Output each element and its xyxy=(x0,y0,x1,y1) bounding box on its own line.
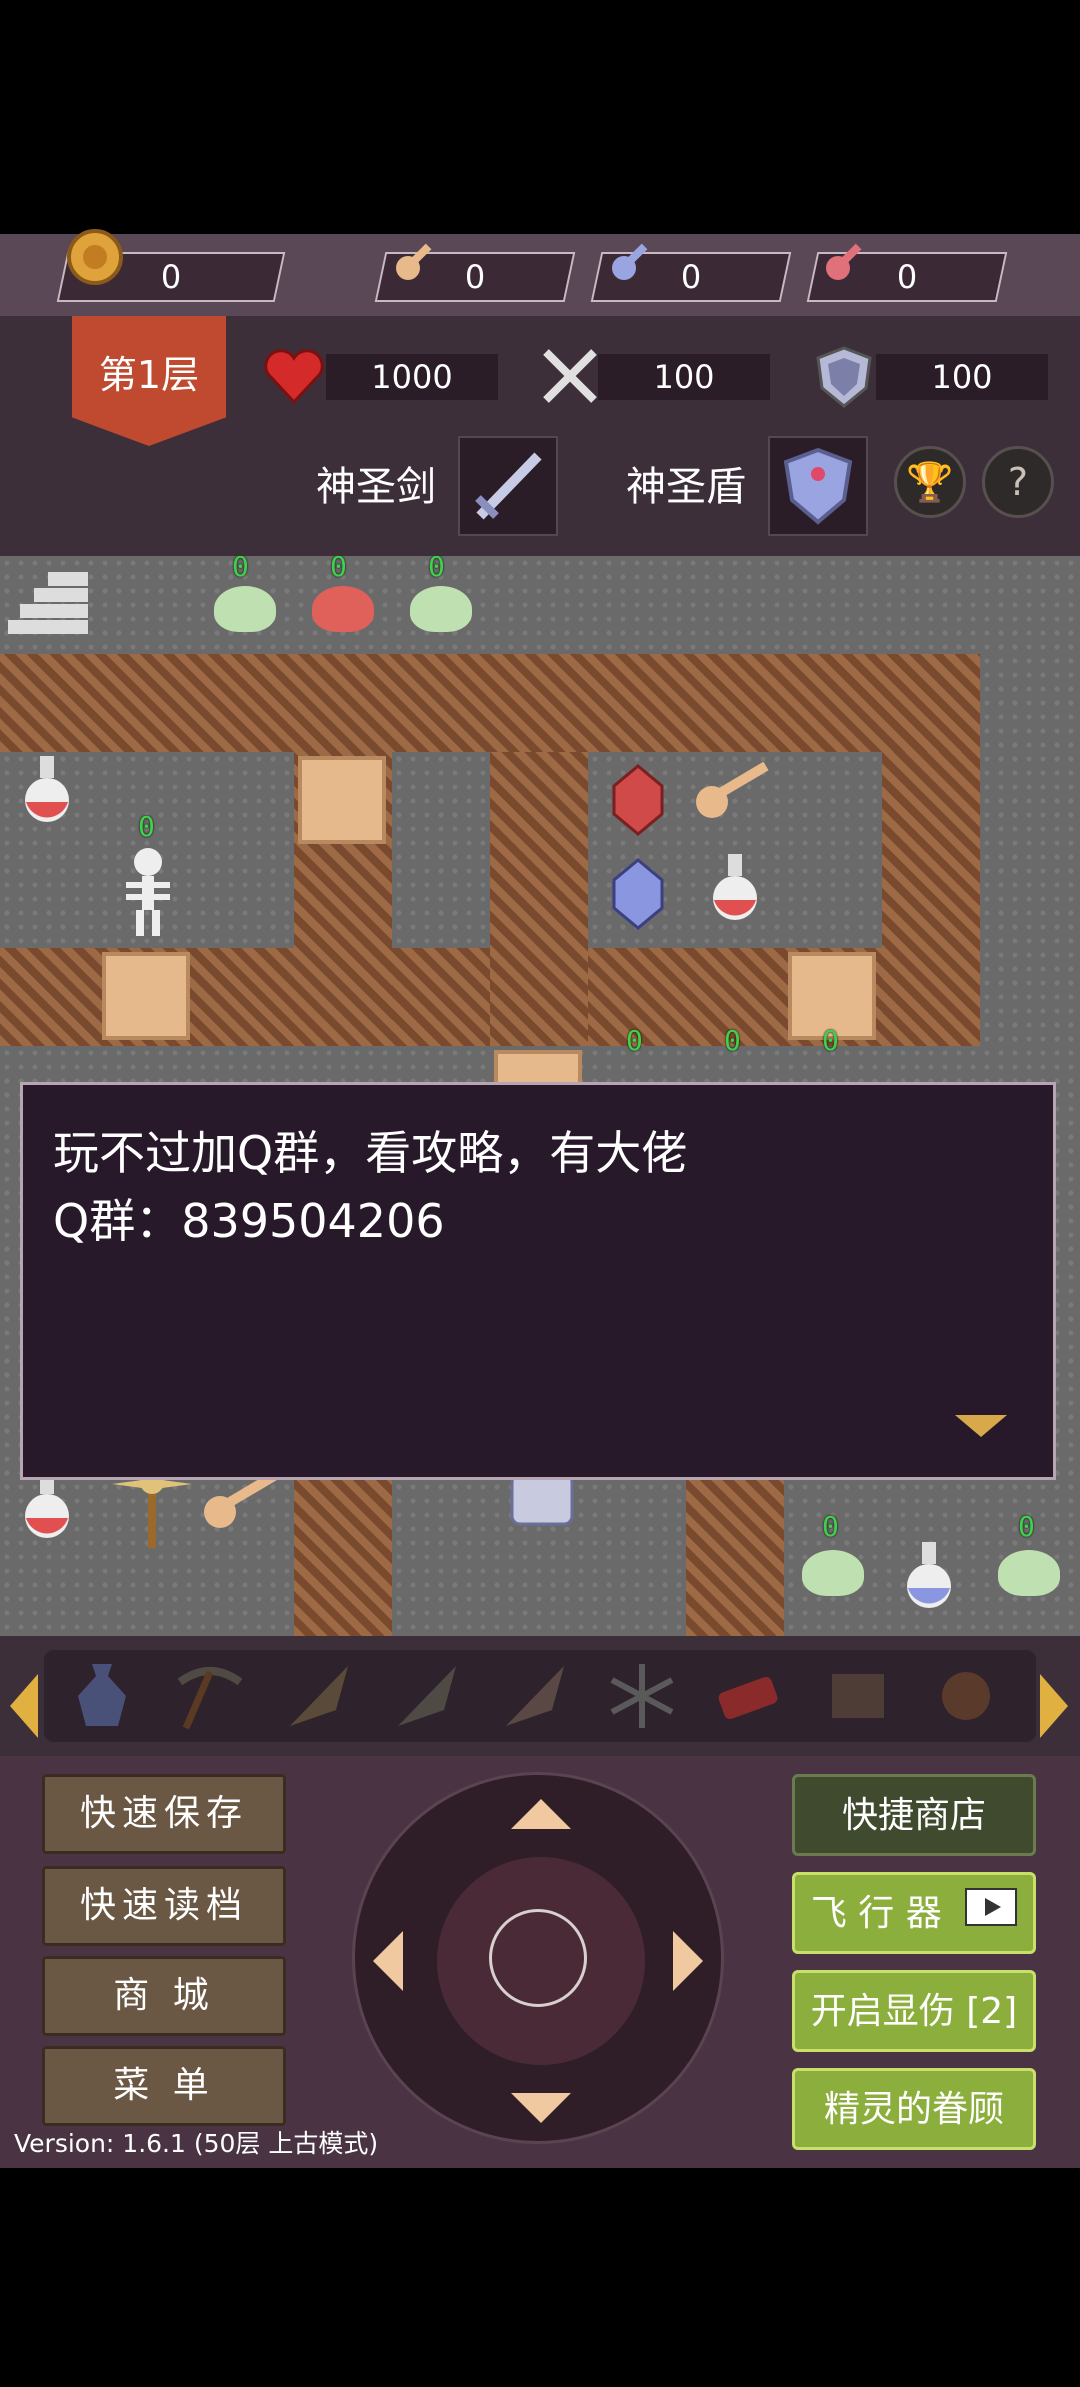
snowflake-icon[interactable] xyxy=(602,1660,682,1732)
hp-box: 1000 xyxy=(326,354,498,400)
monster-level: 0 xyxy=(724,1024,741,1057)
weapon-label: 神圣剑 xyxy=(316,464,436,510)
monster-level: 0 xyxy=(626,1024,643,1057)
green-slime[interactable] xyxy=(998,1550,1060,1596)
resource-bar: 0 0 0 0 xyxy=(0,229,1080,316)
red-gem-icon[interactable] xyxy=(612,764,664,840)
monster-level: 0 xyxy=(330,556,347,583)
crossed-swords-icon xyxy=(538,344,602,412)
dialog-line-2: Q群：839504206 xyxy=(53,1194,445,1248)
video-icon xyxy=(965,1876,1018,1954)
defense-box: 100 xyxy=(876,354,1048,400)
sword-icon xyxy=(460,438,556,538)
menu-button[interactable]: 菜 单 xyxy=(42,2046,286,2126)
dialog-line-1: 玩不过加Q群，看攻略，有大佬 xyxy=(53,1126,688,1180)
control-panel: 快速保存 快速读档 商 城 菜 单 快捷商店 飞 行 器 开启显伤 [2] 精灵… xyxy=(0,1756,1080,2168)
red-potion-icon[interactable] xyxy=(22,1472,72,1538)
shield-slot[interactable] xyxy=(768,436,868,536)
item-bar xyxy=(0,1636,1080,1756)
green-slime[interactable] xyxy=(802,1550,864,1596)
yellow-key-icon xyxy=(392,228,450,286)
monster-level: 0 xyxy=(822,1024,839,1057)
red-potion-icon[interactable] xyxy=(22,756,72,822)
up-feather-icon[interactable] xyxy=(494,1660,574,1732)
dpad-center[interactable] xyxy=(437,1857,645,2065)
right-arrow-icon[interactable] xyxy=(673,1931,703,1991)
flyer-label: 飞 行 器 xyxy=(810,1893,942,1934)
shield-label: 神圣盾 xyxy=(626,464,746,510)
scroll-icon[interactable] xyxy=(818,1660,898,1732)
yellow-door[interactable] xyxy=(298,756,386,844)
defense-value: 100 xyxy=(931,358,993,396)
help-button[interactable]: ? xyxy=(982,446,1054,518)
yellow-door[interactable] xyxy=(102,952,190,1040)
shield-icon xyxy=(814,344,874,414)
skeleton-monster[interactable] xyxy=(104,846,192,940)
trophy-icon: 🏆 xyxy=(906,460,954,504)
heart-icon xyxy=(262,346,326,410)
wall xyxy=(294,1474,392,1636)
quick-save-button[interactable]: 快速保存 xyxy=(42,1774,286,1854)
yellow-key-item[interactable] xyxy=(200,1471,280,1532)
holy-shield-icon xyxy=(770,438,866,538)
pickaxe-icon[interactable] xyxy=(170,1660,250,1732)
down-arrow-icon[interactable] xyxy=(511,2093,571,2123)
blue-potion-icon[interactable] xyxy=(904,1542,954,1608)
wall xyxy=(0,948,490,1046)
down-feather-icon[interactable] xyxy=(386,1660,466,1732)
version-text: Version: 1.6.1 (50层 上古模式) xyxy=(14,2129,379,2158)
blue-key-icon xyxy=(608,228,666,286)
wall xyxy=(882,752,980,1046)
coin-icon xyxy=(66,228,124,286)
blue-gem-icon[interactable] xyxy=(612,858,664,934)
red-potion-icon[interactable] xyxy=(710,854,760,920)
wall xyxy=(686,1474,784,1636)
left-arrow-icon[interactable] xyxy=(373,1931,403,1991)
feather-icon[interactable] xyxy=(278,1660,358,1732)
attack-box: 100 xyxy=(598,354,770,400)
attack-value: 100 xyxy=(653,358,715,396)
stairs-icon xyxy=(8,566,88,650)
cross-icon[interactable] xyxy=(926,1660,1006,1732)
item-scroll-left-icon[interactable] xyxy=(10,1674,38,1738)
dpad-ring xyxy=(489,1909,587,2007)
monster-level: 0 xyxy=(138,810,155,843)
floor-label: 第1层 xyxy=(98,353,200,397)
red-key-icon xyxy=(822,228,880,286)
up-arrow-icon[interactable] xyxy=(511,1799,571,1829)
hero-knight xyxy=(498,1472,586,1534)
weapon-slot[interactable] xyxy=(458,436,558,536)
item-strip xyxy=(44,1650,1036,1742)
shop-button[interactable]: 商 城 xyxy=(42,1956,286,2036)
red-slime[interactable] xyxy=(312,586,374,632)
green-slime[interactable] xyxy=(214,586,276,632)
message-dialog[interactable]: 玩不过加Q群，看攻略，有大佬 Q群：839504206 xyxy=(20,1082,1056,1480)
monster-level: 0 xyxy=(1018,1510,1035,1543)
dynamite-icon[interactable] xyxy=(710,1660,790,1732)
status-panel: 第1层 1000 100 100 神圣剑 神圣盾 🏆 ? xyxy=(0,316,1080,556)
yellow-key-item[interactable] xyxy=(692,761,772,822)
help-icon: ? xyxy=(1007,460,1029,504)
direction-pad[interactable] xyxy=(352,1772,724,2144)
wall xyxy=(490,752,588,1046)
monster-level: 0 xyxy=(428,556,445,583)
vase-icon[interactable] xyxy=(62,1660,142,1732)
hp-value: 1000 xyxy=(371,358,453,396)
show-damage-button[interactable]: 开启显伤 [2] xyxy=(792,1970,1036,2052)
trophy-button[interactable]: 🏆 xyxy=(894,446,966,518)
monster-level: 0 xyxy=(232,556,249,583)
wall xyxy=(0,654,980,752)
floor-banner: 第1层 xyxy=(72,316,226,446)
green-slime[interactable] xyxy=(410,586,472,632)
quick-load-button[interactable]: 快速读档 xyxy=(42,1866,286,1946)
item-scroll-right-icon[interactable] xyxy=(1040,1674,1068,1738)
quick-shop-button[interactable]: 快捷商店 xyxy=(792,1774,1036,1856)
monster-level: 0 xyxy=(822,1510,839,1543)
continue-arrow-icon[interactable] xyxy=(955,1415,1007,1437)
flyer-button[interactable]: 飞 行 器 xyxy=(792,1872,1036,1954)
spirit-blessing-button[interactable]: 精灵的眷顾 xyxy=(792,2068,1036,2150)
